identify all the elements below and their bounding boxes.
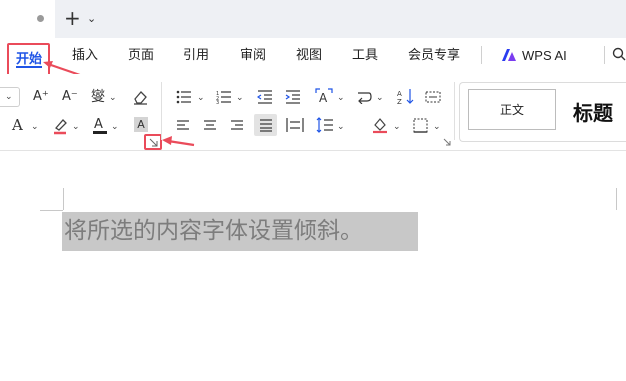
chevron-down-icon[interactable]: ⌄	[337, 122, 345, 132]
chevron-down-icon[interactable]: ⌄	[87, 12, 96, 25]
margin-marker	[616, 188, 617, 210]
justify-button[interactable]	[254, 114, 277, 136]
font-increase-button[interactable]: A⁺	[33, 89, 49, 105]
tab-tools[interactable]: 工具	[352, 48, 378, 64]
style-normal[interactable]: 正文	[468, 89, 556, 130]
wps-ai-icon[interactable]	[501, 48, 517, 62]
style-heading[interactable]: 标题	[573, 97, 613, 126]
tab-page[interactable]: 页面	[128, 48, 154, 64]
svg-text:Z: Z	[397, 98, 402, 105]
unsaved-dot-icon	[37, 15, 44, 22]
svg-text:A: A	[397, 90, 402, 98]
paragraph-dialog-launcher-icon[interactable]	[443, 138, 451, 146]
margin-marker	[40, 210, 63, 211]
svg-text:A: A	[319, 91, 328, 105]
char-shading-button[interactable]: A	[134, 117, 148, 132]
tab-view[interactable]: 视图	[296, 48, 322, 64]
tab-reference[interactable]: 引用	[183, 48, 209, 64]
numbered-list-icon[interactable]: 123	[216, 90, 232, 104]
margin-marker	[63, 188, 64, 210]
document-text[interactable]: 将所选的内容字体设置倾斜。	[64, 216, 363, 246]
tab-member[interactable]: 会员专享	[408, 48, 460, 64]
font-color-icon[interactable]: A	[91, 116, 109, 135]
decrease-indent-icon[interactable]	[257, 90, 273, 104]
chevron-down-icon[interactable]: ⌄	[111, 122, 119, 132]
align-justify-icon	[260, 119, 272, 132]
annotation-arrow	[162, 136, 195, 147]
align-right-icon[interactable]	[230, 119, 244, 133]
text-effect-button[interactable]: A	[12, 117, 23, 133]
divider	[481, 46, 482, 64]
font-decrease-button[interactable]: A⁻	[62, 89, 78, 105]
chevron-down-icon[interactable]: ⌄	[376, 93, 384, 103]
search-icon[interactable]	[612, 47, 626, 61]
divider	[161, 82, 162, 140]
tab-wps-ai[interactable]: WPS AI	[522, 48, 567, 63]
shading-fill-icon[interactable]	[371, 116, 389, 134]
distributed-align-icon[interactable]	[286, 117, 304, 133]
increase-indent-icon[interactable]	[285, 90, 301, 104]
chevron-down-icon[interactable]: ⌄	[236, 93, 244, 103]
chevron-down-icon: ⌄	[5, 92, 13, 102]
chevron-down-icon[interactable]: ⌄	[109, 93, 117, 103]
chevron-down-icon[interactable]: ⌄	[393, 122, 401, 132]
bullet-list-icon[interactable]	[176, 90, 192, 104]
chevron-down-icon[interactable]: ⌄	[72, 122, 80, 132]
text-direction-icon[interactable]: A	[314, 88, 334, 105]
document-canvas[interactable]	[0, 151, 626, 381]
new-tab-button[interactable]: +	[64, 8, 81, 28]
chevron-down-icon[interactable]: ⌄	[337, 93, 345, 103]
chevron-down-icon[interactable]: ⌄	[197, 93, 205, 103]
document-tab[interactable]	[0, 0, 55, 38]
align-left-icon[interactable]	[176, 119, 190, 133]
divider	[454, 82, 455, 140]
tab-review[interactable]: 审阅	[240, 48, 266, 64]
phonetic-guide-button[interactable]: 燮	[91, 89, 105, 105]
clear-format-icon[interactable]	[131, 89, 149, 105]
border-icon[interactable]	[413, 118, 428, 133]
chevron-down-icon[interactable]: ⌄	[31, 122, 39, 132]
divider	[604, 46, 605, 64]
line-spacing-icon[interactable]	[316, 117, 334, 133]
align-center-icon[interactable]	[203, 119, 217, 133]
svg-text:A: A	[94, 117, 103, 132]
svg-text:3: 3	[216, 100, 219, 104]
sort-icon[interactable]: AZ	[397, 88, 415, 105]
chevron-down-icon[interactable]: ⌄	[433, 122, 441, 132]
highlight-pen-icon[interactable]	[51, 117, 69, 135]
line-break-icon[interactable]	[356, 90, 372, 104]
font-size-dropdown[interactable]: ⌄	[0, 87, 20, 107]
show-marks-icon[interactable]	[425, 90, 441, 104]
